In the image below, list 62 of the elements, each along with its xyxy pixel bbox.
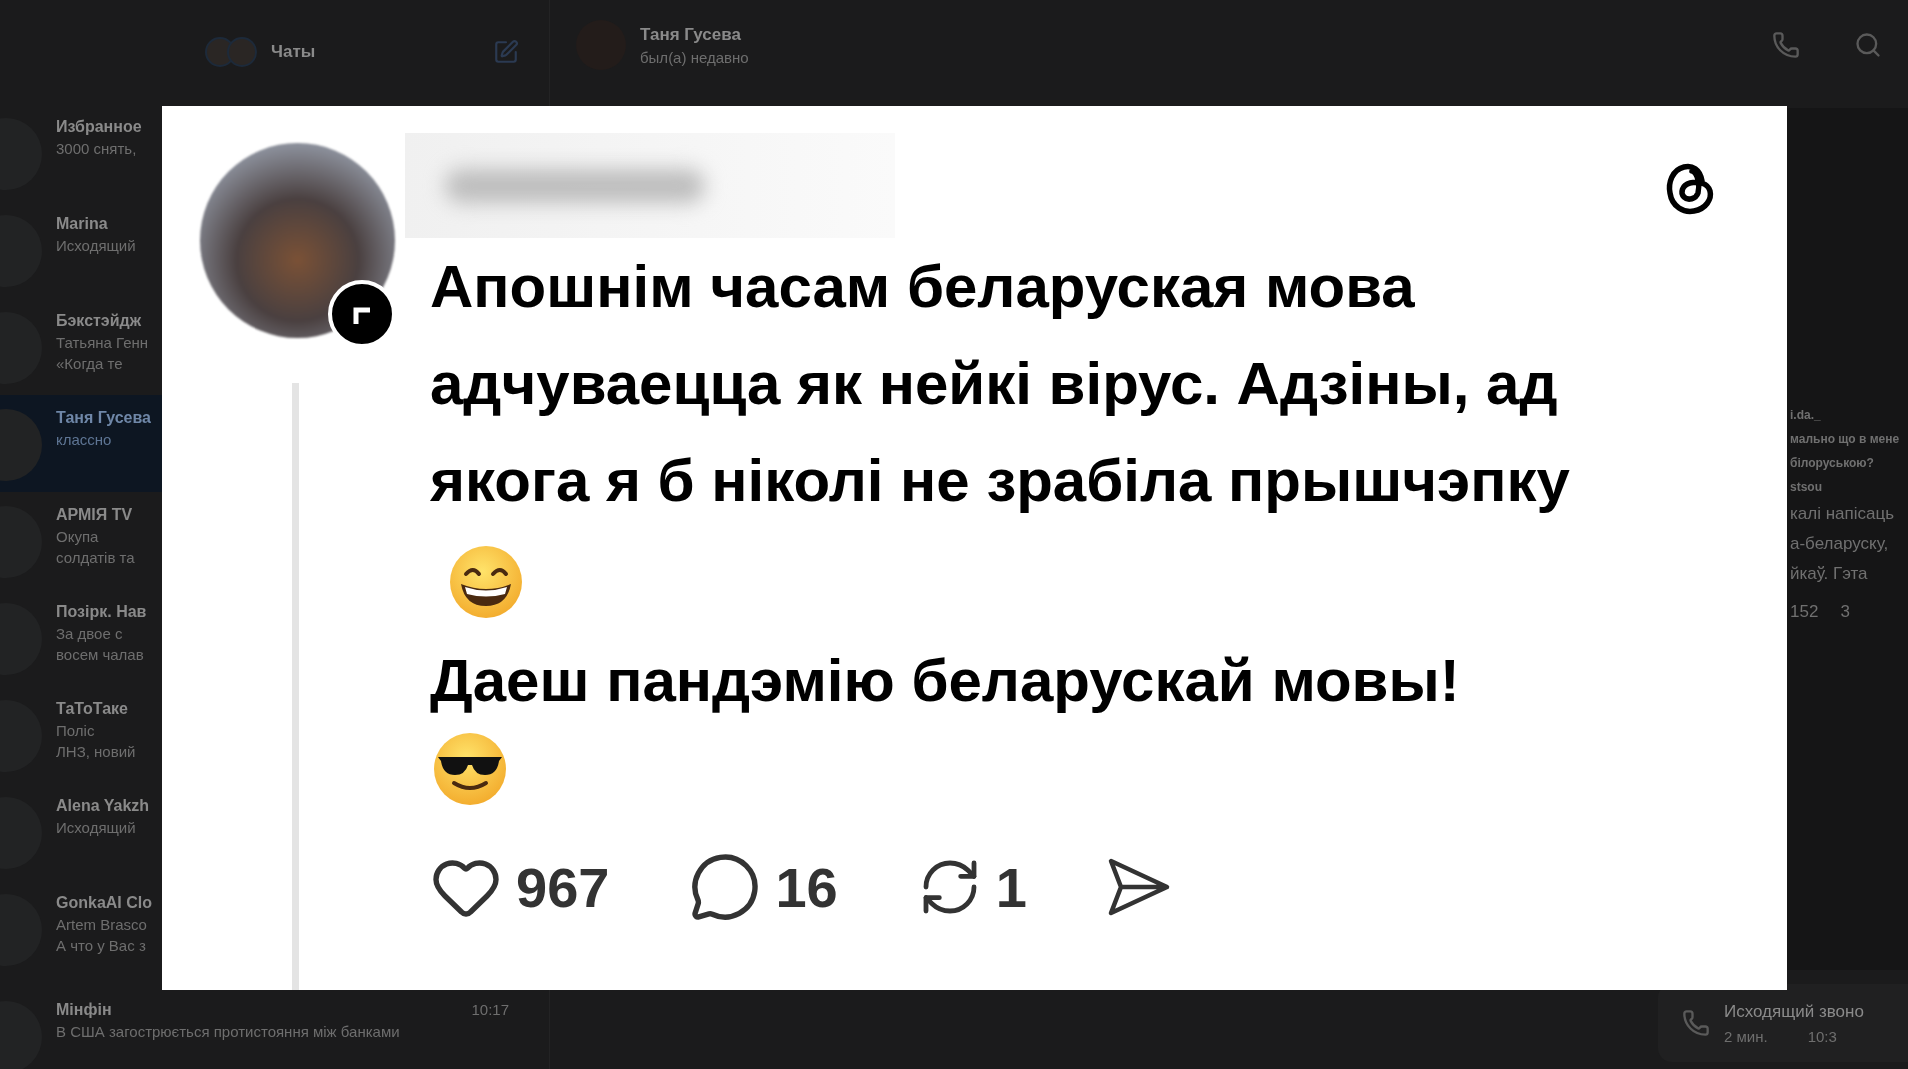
- chat-item[interactable]: Marina Исходящий: [0, 201, 162, 298]
- feed-text: білоруською?: [1790, 456, 1875, 470]
- chat-item[interactable]: АРМІЯ TV Окупа солдатів та: [0, 492, 162, 589]
- chat-preview: классно: [56, 431, 113, 448]
- chat-name: Бэкстэйдж: [56, 312, 142, 330]
- chat-item[interactable]: Мінфін 10:17 В США загострюється протистояння між банками: [0, 991, 549, 1069]
- chat-preview: Artem Brasco: [56, 916, 148, 933]
- chat-preview: Татьяна Генн: [56, 334, 150, 351]
- grinning-face-icon: [450, 546, 522, 619]
- chat-name: Alena Yakzh: [56, 797, 150, 815]
- action-count: 967: [516, 854, 610, 920]
- sidebar-title: Чаты: [271, 42, 317, 62]
- call-time: 10:3: [1807, 1027, 1837, 1045]
- post-text: Апошнім часам беларуская мова адчуваецца як нейкі вірус. Адзіны, ад якога я б ніколі не зрабіла прышчэпку: [430, 238, 1610, 626]
- chat-preview: Исходящий: [56, 819, 137, 836]
- chat-preview: ЛНЗ, новий: [56, 743, 137, 760]
- chat-name: Marina: [56, 215, 108, 233]
- action-count: 1: [995, 854, 1027, 920]
- post-text: Даеш пандэмію беларускай мовы!: [430, 646, 1461, 716]
- feed-text: мально що в мене: [1790, 432, 1901, 446]
- chat-name: Мінфін: [56, 1001, 112, 1019]
- sunglasses-face-icon: [434, 733, 506, 805]
- phone-icon[interactable]: [1772, 31, 1800, 59]
- phone-icon: [1682, 1009, 1710, 1037]
- feed-count: 152: [1790, 602, 1819, 622]
- chat-time: 10:17: [471, 1001, 510, 1019]
- chat-preview: «Когда те: [56, 355, 124, 372]
- feed-text: stsou: [1790, 480, 1823, 494]
- feed-text: калі напісаць: [1790, 504, 1896, 524]
- chat-item[interactable]: Таня Гусева классно: [0, 395, 162, 492]
- chat-item[interactable]: Бэкстэйдж Татьяна Генн «Когда те: [0, 298, 162, 395]
- call-duration: 2 мин.: [1724, 1027, 1768, 1045]
- chat-title: Таня Гусева: [640, 24, 742, 45]
- feed-text: йкаў. Гэта: [1790, 564, 1869, 584]
- chat-preview: 3000 снять,: [56, 140, 138, 157]
- chat-name: Таня Гусева: [56, 409, 151, 427]
- chat-preview: Поліс: [56, 722, 96, 739]
- chat-preview: солдатів та: [56, 549, 136, 566]
- chat-name: Позірк. Нав: [56, 603, 147, 621]
- search-icon[interactable]: [1854, 31, 1882, 59]
- chat-status: был(а) недавно: [640, 48, 750, 66]
- chat-item[interactable]: Избранное 3000 снять,: [0, 104, 162, 201]
- feed-text: i.da._: [1790, 408, 1822, 422]
- chat-name: Избранное: [56, 118, 142, 136]
- chat-preview: восем чалав: [56, 646, 145, 663]
- chat-item[interactable]: Позірк. Нав За двое с восем чалав: [0, 589, 162, 686]
- feed-text: а-беларуску,: [1790, 534, 1890, 554]
- chat-item[interactable]: GonkaAI Clo Artem Brasco А что у Вас з: [0, 880, 162, 977]
- chat-preview: Исходящий: [56, 237, 137, 254]
- chat-name: ТаТоТаке: [56, 700, 128, 718]
- feed-count: 3: [1840, 602, 1850, 622]
- chat-name: GonkaAI Clo: [56, 894, 152, 912]
- chat-preview: В США загострюється протистояння між банками: [56, 1023, 401, 1040]
- chat-preview: Окупа: [56, 528, 100, 545]
- chat-item[interactable]: ТаТоТаке Поліс ЛНЗ, новий: [0, 686, 162, 783]
- action-count: 16: [775, 854, 838, 920]
- send-icon[interactable]: [1106, 857, 1171, 917]
- chat-preview: За двое с: [56, 625, 124, 642]
- call-title: Исходящий звоно: [1724, 1001, 1864, 1022]
- chat-item[interactable]: Alena Yakzh Исходящий: [0, 783, 162, 880]
- chat-preview: А что у Вас з: [56, 937, 147, 954]
- chat-name: АРМІЯ TV: [56, 506, 133, 524]
